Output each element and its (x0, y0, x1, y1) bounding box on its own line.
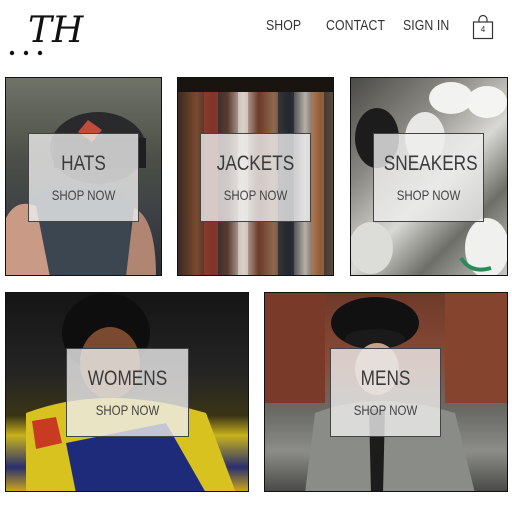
nav-sign-in-link[interactable]: SIGN IN (403, 17, 449, 37)
category-tile-hats[interactable]: HATS SHOP NOW (5, 77, 162, 276)
site-header: TH SHOP CONTACT SIGN IN 4 (0, 0, 512, 62)
category-tile-sneakers[interactable]: SNEAKERS SHOP NOW (350, 77, 508, 276)
nav-shop-link[interactable]: SHOP (266, 17, 301, 37)
category-title: SNEAKERS (383, 152, 478, 175)
cart-count: 4 (480, 25, 486, 34)
category-tile-mens[interactable]: MENS SHOP NOW (264, 292, 508, 492)
cart-button[interactable]: 4 (472, 14, 494, 40)
shop-now-link[interactable]: SHOP NOW (39, 187, 128, 203)
logo[interactable]: TH (8, 6, 88, 58)
category-title: MENS (360, 367, 411, 390)
category-title: WOMENS (87, 367, 168, 390)
category-title: JACKETS (216, 152, 295, 175)
category-label: MENS SHOP NOW (330, 348, 441, 437)
logo-text: TH (28, 10, 84, 51)
shop-now-link[interactable]: SHOP NOW (384, 187, 473, 203)
category-title: HATS (61, 152, 106, 175)
nav-contact-link[interactable]: CONTACT (326, 17, 385, 37)
shop-now-link[interactable]: SHOP NOW (211, 187, 300, 203)
category-label: HATS SHOP NOW (28, 133, 139, 222)
category-label: WOMENS SHOP NOW (66, 348, 189, 437)
category-tile-jackets[interactable]: JACKETS SHOP NOW (177, 77, 334, 276)
category-label: SNEAKERS SHOP NOW (373, 133, 484, 222)
shop-now-link[interactable]: SHOP NOW (78, 402, 177, 418)
category-label: JACKETS SHOP NOW (200, 133, 311, 222)
category-tile-womens[interactable]: WOMENS SHOP NOW (5, 292, 249, 492)
shop-now-link[interactable]: SHOP NOW (341, 402, 430, 418)
